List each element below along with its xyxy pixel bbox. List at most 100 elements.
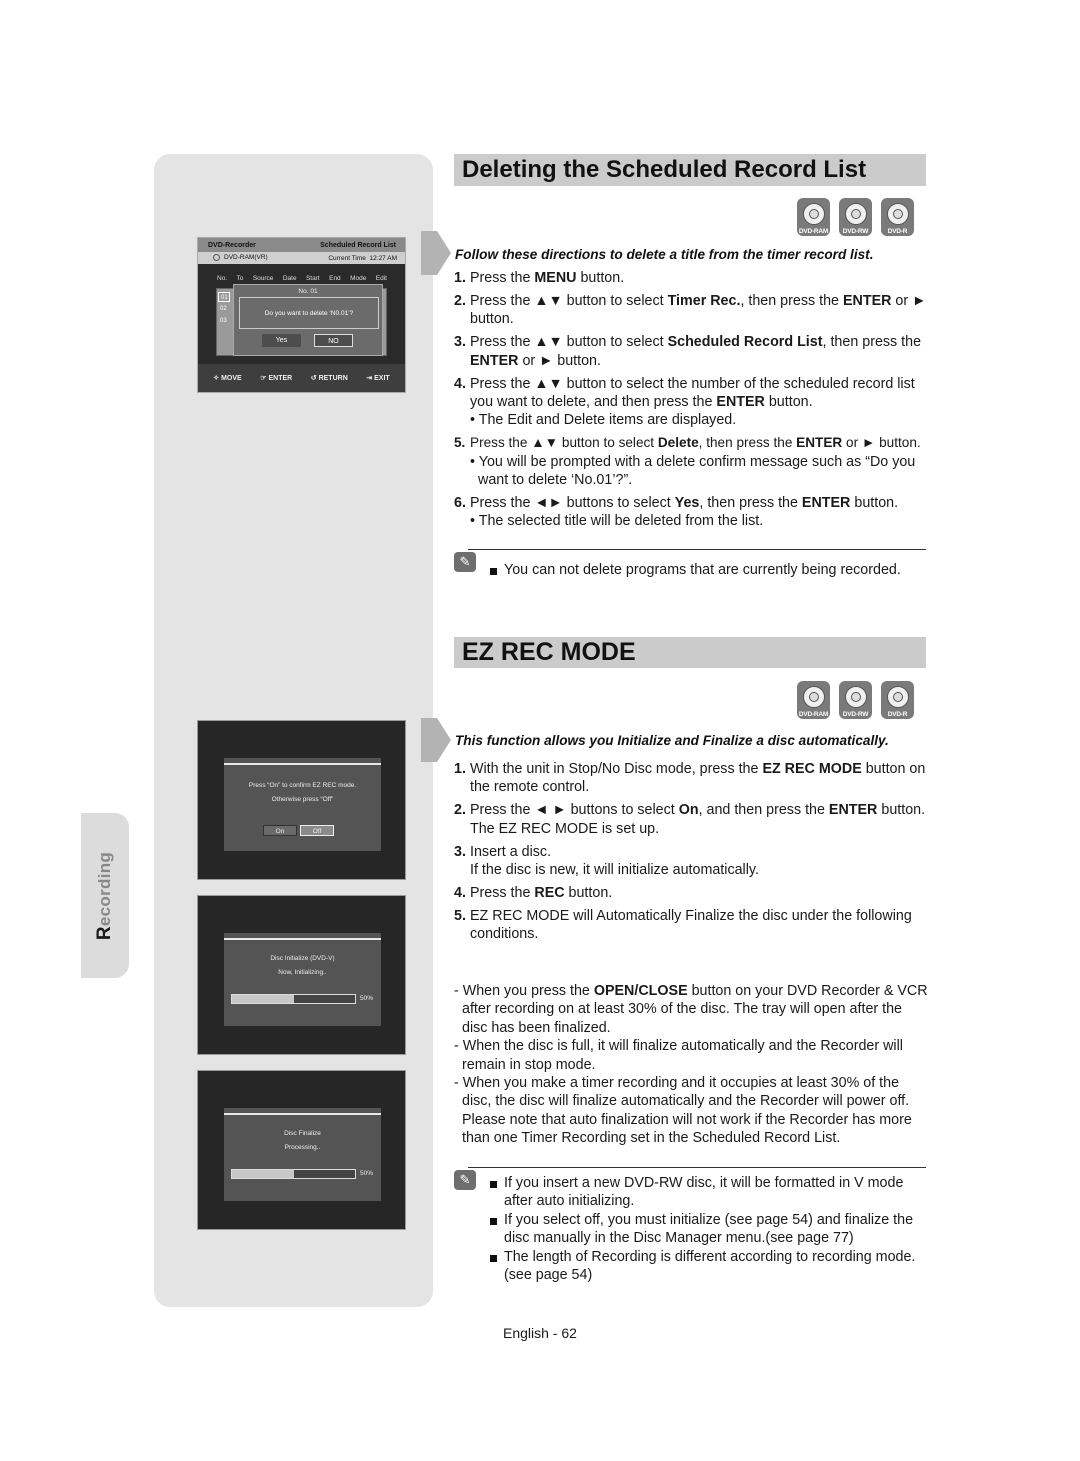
disc-icon [213, 254, 220, 262]
step-subnote: • The Edit and Delete items are displaye… [470, 412, 737, 429]
osd-col: Start [305, 275, 320, 282]
osd-footer-label: RETURN [318, 375, 348, 382]
condition-item: - When the disc is full, it will finaliz… [454, 1037, 930, 1074]
step-text: With the unit in Stop/No Disc mode, pres… [470, 761, 925, 795]
osd-ezrec-confirm: Press “On” to confirm EZ REC mode. Other… [197, 720, 406, 880]
emphasis-text: On [678, 802, 699, 819]
osd-init-progress-fill [232, 995, 294, 1003]
osd-table-row[interactable]: 03 [218, 316, 230, 326]
step-subnote: • The selected title will be deleted fro… [470, 513, 764, 530]
step-item: 1. With the unit in Stop/No Disc mode, pr… [454, 760, 930, 797]
text-run: button. [764, 393, 813, 410]
step-item: 4. Press the ▲▼ button to select the numb… [454, 375, 930, 430]
osd-delete-dialog: No. 01 Do you want to delete ‘N0.01’? Ye… [233, 284, 383, 356]
text-run: EZ REC MODE will Automatically Finalize … [470, 907, 912, 943]
osd-init-line2: Now, Initializing.. [278, 969, 327, 976]
osd-footer-return: ↺ RETURN [311, 374, 348, 382]
osd-footer-enter: ☞ ENTER [260, 374, 292, 382]
step-number: 4. [454, 884, 466, 901]
dvd-r-icon: DVD-R [881, 681, 914, 719]
osd-ezrec-dialog: Press “On” to confirm EZ REC mode. Other… [224, 758, 381, 851]
pointer-arrow-icon [421, 231, 451, 275]
text-run: Insert a disc. [470, 843, 552, 860]
note-item: You can not delete programs that are cur… [490, 561, 930, 579]
dvd-ram-icon: DVD-RAM [797, 681, 830, 719]
text-run: or ► button. [842, 435, 921, 451]
osd-dialog-bar [224, 1113, 381, 1115]
section1-steps: 1. Press the MENU button. 2. Press the ▲▼ b… [454, 269, 930, 535]
disc-label: DVD-RAM [798, 228, 829, 235]
step-text: Press the REC button. [470, 885, 612, 901]
osd-yes-button[interactable]: Yes [262, 334, 301, 347]
disc-label: DVD-R [887, 711, 908, 718]
osd-dialog-title: No. 01 [298, 288, 318, 295]
osd-header: DVD-Recorder Scheduled Record List [198, 238, 405, 252]
disc-label: DVD-RW [842, 228, 869, 235]
text-run: , then press the [740, 292, 843, 309]
step-text: EZ REC MODE will Automatically Finalize … [470, 908, 912, 942]
emphasis-text: ENTER [801, 494, 851, 511]
osd-initialize-dialog: Disc Initialize (DVD-V) Now, Initializin… [224, 933, 381, 1026]
osd-finalize-line2: Processing.. [284, 1144, 321, 1151]
osd-finalize-progress-bar [231, 1169, 356, 1179]
step-item: 5. Press the ▲▼ button to select Delete, … [454, 434, 930, 489]
step-number: 3. [454, 843, 466, 860]
emphasis-text: EZ REC MODE [762, 761, 862, 777]
note-item: If you insert a new DVD-RW disc, it will… [490, 1174, 930, 1211]
condition-item: - When you make a timer recording and it… [454, 1074, 930, 1148]
note-item: If you select off, you must initialize (… [490, 1211, 930, 1248]
step-number: 1. [454, 270, 466, 286]
osd-footer: ✧ MOVE ☞ ENTER ↺ RETURN ⇥ EXIT [198, 364, 405, 392]
osd-ezrec-line2: Otherwise press “Off” [271, 796, 334, 803]
emphasis-text: Timer Rec. [667, 292, 741, 309]
osd-footer-label: MOVE [221, 375, 242, 382]
note-divider [468, 549, 926, 550]
step-number: 6. [454, 494, 466, 511]
disc-label: DVD-R [887, 228, 908, 235]
osd-disc-initialize: Disc Initialize (DVD-V) Now, Initializin… [197, 895, 406, 1055]
step-item: 1. Press the MENU button. [454, 269, 930, 287]
osd-col: Edit [375, 275, 387, 282]
disc-label: DVD-RAM [798, 711, 829, 718]
note-pencil-icon: ✎ [454, 552, 476, 572]
osd-header-left: DVD-Recorder [208, 241, 256, 249]
step-item: 6. Press the ◄► buttons to select Yes, th… [454, 494, 930, 531]
text-run: Press the [470, 270, 535, 286]
dvd-rw-icon: DVD-RW [839, 198, 872, 236]
note-divider [468, 1167, 926, 1168]
step-item: 3. Insert a disc. If the disc is new, it w… [454, 843, 930, 880]
osd-no-button[interactable]: NO [314, 334, 353, 347]
section-title-delete-scheduled: Deleting the Scheduled Record List [454, 154, 926, 186]
osd-table-row[interactable]: 01 [218, 292, 230, 302]
step-number: 4. [454, 375, 466, 392]
osd-col: Mode [350, 275, 367, 282]
disc-label: DVD-RW [842, 711, 869, 718]
emphasis-text: Scheduled Record List [667, 334, 823, 351]
step-item: 5. EZ REC MODE will Automatically Finaliz… [454, 907, 930, 944]
disc-compat-icons: DVD-RAM DVD-RW DVD-R [797, 681, 914, 719]
step-text: Press the ◄ ► buttons to select On, and … [470, 802, 925, 818]
step-number: 2. [454, 292, 466, 309]
step-subnote: • You will be prompted with a delete con… [470, 453, 916, 489]
exit-icon: ⇥ [366, 375, 375, 382]
osd-table-row[interactable]: 02 [218, 304, 230, 314]
osd-off-button[interactable]: Off [300, 825, 334, 836]
text-run: button. [877, 802, 926, 819]
emphasis-text: ENTER [470, 352, 519, 369]
step-number: 1. [454, 761, 466, 777]
osd-on-button[interactable]: On [263, 825, 297, 836]
text-run: Press the ▲▼ button to select the number… [470, 375, 915, 410]
osd-footer-label: ENTER [268, 375, 293, 382]
emphasis-text: ENTER [842, 292, 892, 309]
osd-col: Source [252, 275, 274, 282]
section1-intro: Follow these directions to delete a titl… [455, 247, 874, 262]
text-run: button. [564, 884, 613, 901]
osd-time-label: Current Time [328, 254, 366, 262]
text-run: button. [850, 494, 899, 511]
note-item: The length of Recording is different acc… [490, 1248, 930, 1285]
step-text: Insert a disc. [470, 844, 551, 860]
text-run: , and then press the [698, 802, 829, 819]
section2-notes: If you insert a new DVD-RW disc, it will… [490, 1174, 930, 1284]
osd-col: No. [217, 275, 228, 282]
emphasis-text: Delete [657, 435, 699, 451]
